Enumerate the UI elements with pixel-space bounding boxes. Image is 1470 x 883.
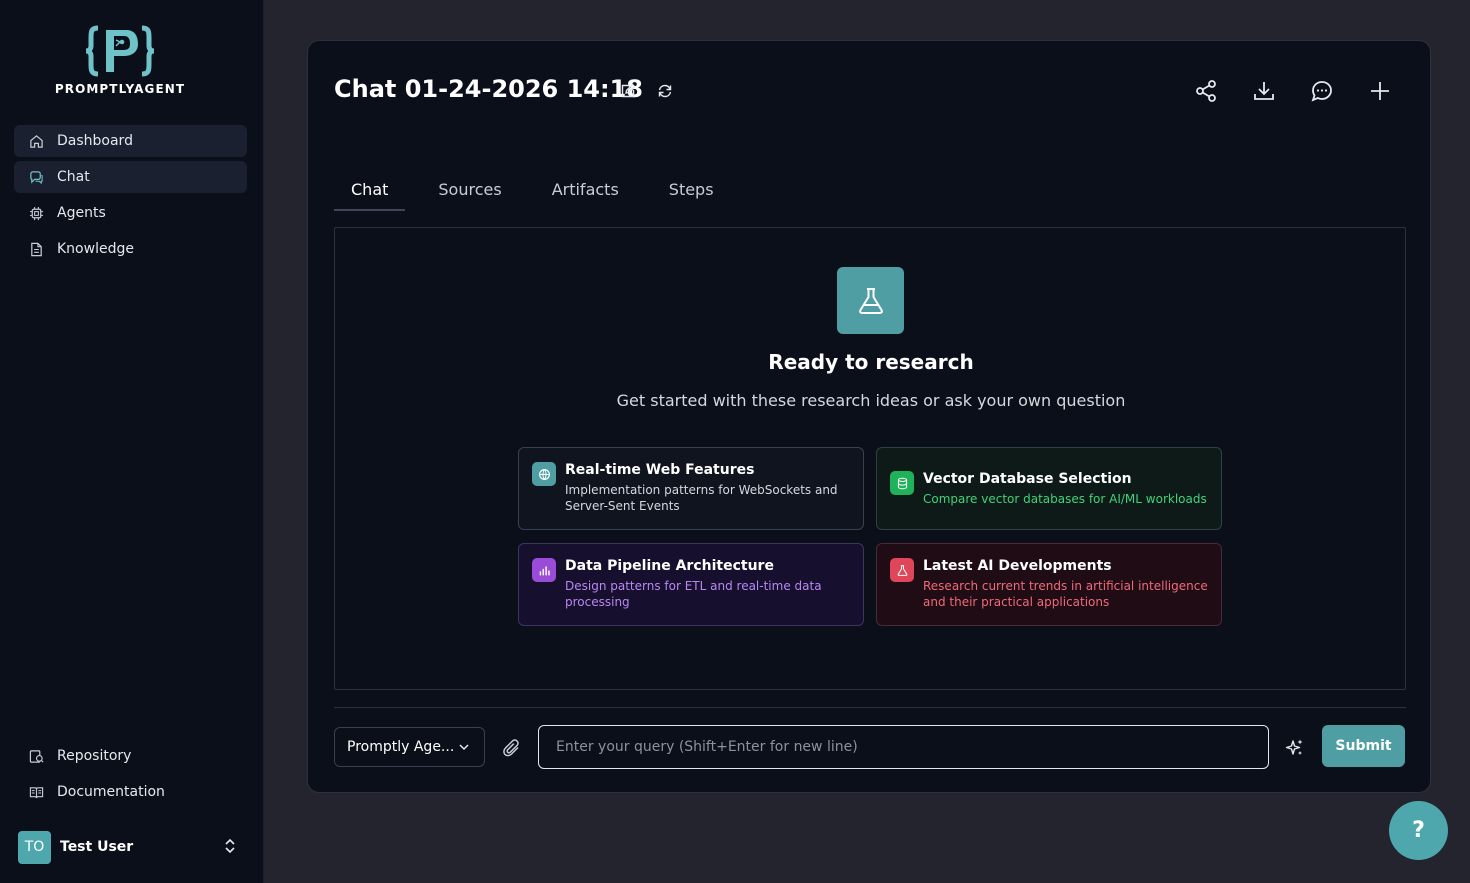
tab-chat[interactable]: Chat	[334, 175, 406, 211]
sidebar-item-label: Chat	[57, 169, 90, 185]
paperclip-icon[interactable]	[502, 738, 522, 758]
divider	[334, 707, 1406, 708]
flask-icon	[837, 267, 904, 334]
sidebar-item-documentation[interactable]: Documentation	[14, 776, 247, 808]
repository-icon	[28, 748, 44, 764]
book-icon	[28, 784, 44, 800]
user-menu[interactable]: TO Test User	[18, 830, 246, 864]
hero-subtitle: Get started with these research ideas or…	[616, 391, 1126, 410]
logo[interactable]: PROMPTLYAGENT	[48, 24, 192, 98]
avatar: TO	[18, 830, 51, 864]
database-icon	[890, 471, 914, 495]
suggestion-description: Research current trends in artificial in…	[923, 579, 1208, 609]
sidebar-item-label: Repository	[57, 748, 132, 764]
agent-select[interactable]: Promptly Age...	[334, 727, 485, 767]
chat-content: Ready to research Get started with these…	[334, 227, 1406, 690]
chevron-down-icon	[458, 741, 470, 757]
suggestion-card[interactable]: Data Pipeline Architecture Design patter…	[518, 543, 864, 626]
suggestion-title: Real-time Web Features	[565, 462, 755, 478]
submit-button[interactable]: Submit	[1322, 725, 1405, 767]
tab-sources[interactable]: Sources	[421, 175, 518, 211]
message-icon[interactable]	[1310, 79, 1334, 103]
suggestion-description: Design patterns for ETL and real-time da…	[565, 579, 822, 609]
sidebar-item-label: Dashboard	[57, 133, 133, 149]
suggestion-card[interactable]: Real-time Web Features Implementation pa…	[518, 447, 864, 530]
refresh-icon[interactable]	[657, 83, 674, 100]
title-actions	[620, 83, 674, 100]
sidebar-item-repository[interactable]: Repository	[14, 740, 247, 772]
agent-select-value: Promptly Age...	[347, 739, 455, 755]
page-title: Chat 01-24-2026 14:18	[334, 75, 643, 103]
sidebar-item-label: Agents	[57, 205, 106, 221]
sidebar-item-agents[interactable]: Agents	[14, 197, 247, 229]
plus-icon[interactable]	[1368, 79, 1392, 103]
sidebar-item-dashboard[interactable]: Dashboard	[14, 125, 247, 157]
user-name: Test User	[60, 839, 134, 855]
sidebar-item-chat[interactable]: Chat	[14, 161, 247, 193]
tab-steps[interactable]: Steps	[652, 175, 731, 211]
suggestion-title: Vector Database Selection	[923, 471, 1132, 487]
document-icon	[28, 241, 44, 257]
suggestion-description: Compare vector databases for AI/ML workl…	[923, 492, 1207, 506]
suggestion-card[interactable]: Vector Database Selection Compare vector…	[876, 447, 1222, 530]
chevron-up-down-icon	[224, 838, 236, 858]
query-input[interactable]	[538, 725, 1269, 769]
sidebar-item-knowledge[interactable]: Knowledge	[14, 233, 247, 265]
download-icon[interactable]	[1252, 79, 1276, 103]
edit-icon[interactable]	[620, 83, 637, 100]
suggestion-card[interactable]: Latest AI Developments Research current …	[876, 543, 1222, 626]
sparkle-icon[interactable]	[1285, 738, 1305, 758]
share-icon[interactable]	[1194, 79, 1218, 103]
chat-icon	[28, 169, 44, 185]
sidebar: PROMPTLYAGENT Dashboard Chat Agents Know…	[0, 0, 264, 883]
brand-name: PROMPTLYAGENT	[54, 82, 186, 96]
suggestion-title: Latest AI Developments	[923, 558, 1112, 574]
home-icon	[28, 133, 44, 149]
hero-title: Ready to research	[768, 350, 974, 374]
tab-bar: Chat Sources Artifacts Steps	[334, 175, 747, 211]
chat-panel: Chat 01-24-2026 14:18 Chat Sources Artif…	[307, 40, 1431, 793]
bar-chart-icon	[532, 558, 556, 582]
header-actions	[1194, 79, 1392, 103]
sidebar-bottom-nav: Repository Documentation	[14, 740, 247, 812]
logo-icon	[85, 25, 155, 77]
suggestion-title: Data Pipeline Architecture	[565, 558, 774, 574]
sidebar-item-label: Documentation	[57, 784, 165, 800]
cpu-icon	[28, 205, 44, 221]
globe-icon	[532, 462, 556, 486]
flask-icon	[890, 558, 914, 582]
tab-artifacts[interactable]: Artifacts	[535, 175, 636, 211]
suggestion-description: Implementation patterns for WebSockets a…	[565, 483, 838, 513]
sidebar-item-label: Knowledge	[57, 241, 134, 257]
sidebar-nav: Dashboard Chat Agents Knowledge	[14, 125, 247, 269]
help-button[interactable]: ?	[1389, 801, 1448, 860]
